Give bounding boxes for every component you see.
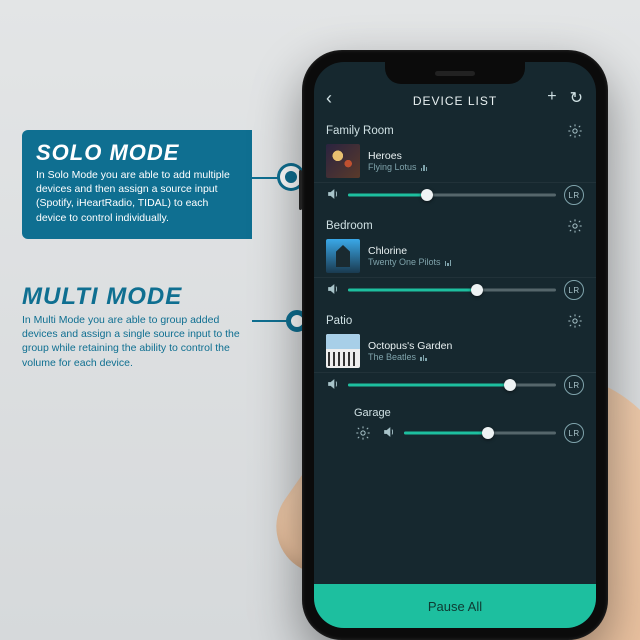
room-item: Family Room Heroes Flying Lotus [314, 118, 596, 213]
speaker-icon [326, 282, 340, 296]
app-screen: ‹ DEVICE LIST + ↻ Family Room He [314, 62, 596, 628]
room-settings-button[interactable] [566, 217, 584, 235]
album-art [326, 144, 360, 178]
mute-button[interactable] [382, 425, 396, 442]
room-name: Family Room [326, 125, 394, 137]
speaker-icon [382, 425, 396, 439]
volume-slider[interactable] [348, 378, 556, 392]
track-title: Heroes [368, 150, 584, 162]
room-settings-button[interactable] [354, 424, 372, 442]
room-settings-button[interactable] [566, 312, 584, 330]
speaker-icon [326, 187, 340, 201]
gear-icon [567, 123, 583, 139]
channel-lr-button[interactable]: LR [564, 423, 584, 443]
now-playing[interactable]: Octopus's Garden The Beatles [314, 332, 596, 373]
channel-lr-button[interactable]: LR [564, 375, 584, 395]
callout-multi-body: In Multi Mode you are able to group adde… [22, 313, 252, 370]
callout-multi: MULTI MODE In Multi Mode you are able to… [22, 283, 252, 370]
now-playing-icon [421, 164, 428, 171]
now-playing[interactable]: Heroes Flying Lotus [314, 142, 596, 183]
gear-icon [567, 313, 583, 329]
mute-button[interactable] [326, 187, 340, 204]
header-title: DEVICE LIST [413, 94, 497, 108]
track-artist: Twenty One Pilots [368, 257, 441, 267]
pause-all-button[interactable]: Pause All [314, 584, 596, 628]
room-item: Patio Octopus's Garden The Beatles [314, 308, 596, 451]
track-title: Chlorine [368, 245, 584, 257]
refresh-button[interactable]: ↻ [570, 88, 584, 108]
rooms-list: Family Room Heroes Flying Lotus [314, 116, 596, 451]
gear-icon [355, 425, 371, 441]
back-button[interactable]: ‹ [326, 88, 333, 109]
room-item-child: Garage LR [314, 403, 596, 451]
track-artist: The Beatles [368, 352, 416, 362]
now-playing-icon [445, 259, 452, 266]
room-name: Garage [354, 407, 391, 419]
album-art [326, 334, 360, 368]
track-artist: Flying Lotus [368, 162, 417, 172]
gear-icon [567, 218, 583, 234]
speaker-icon [326, 377, 340, 391]
room-name: Bedroom [326, 220, 373, 232]
channel-lr-button[interactable]: LR [564, 280, 584, 300]
phone-frame: ‹ DEVICE LIST + ↻ Family Room He [302, 50, 608, 640]
pause-all-label: Pause All [428, 599, 482, 614]
volume-slider[interactable] [348, 188, 556, 202]
room-name: Patio [326, 315, 352, 327]
volume-slider[interactable] [404, 426, 556, 440]
callout-solo-body: In Solo Mode you are able to add multipl… [36, 168, 238, 225]
mute-button[interactable] [326, 377, 340, 394]
callout-solo: SOLO MODE In Solo Mode you are able to a… [22, 130, 252, 239]
callout-multi-title: MULTI MODE [22, 283, 252, 311]
add-device-button[interactable]: + [547, 88, 557, 108]
volume-slider[interactable] [348, 283, 556, 297]
now-playing-icon [420, 354, 427, 361]
album-art [326, 239, 360, 273]
callout-solo-title: SOLO MODE [36, 140, 238, 166]
room-settings-button[interactable] [566, 122, 584, 140]
mute-button[interactable] [326, 282, 340, 299]
channel-lr-button[interactable]: LR [564, 185, 584, 205]
room-item: Bedroom Chlorine Twenty One Pilots [314, 213, 596, 308]
phone-notch [385, 62, 525, 84]
track-title: Octopus's Garden [368, 340, 584, 352]
now-playing[interactable]: Chlorine Twenty One Pilots [314, 237, 596, 278]
